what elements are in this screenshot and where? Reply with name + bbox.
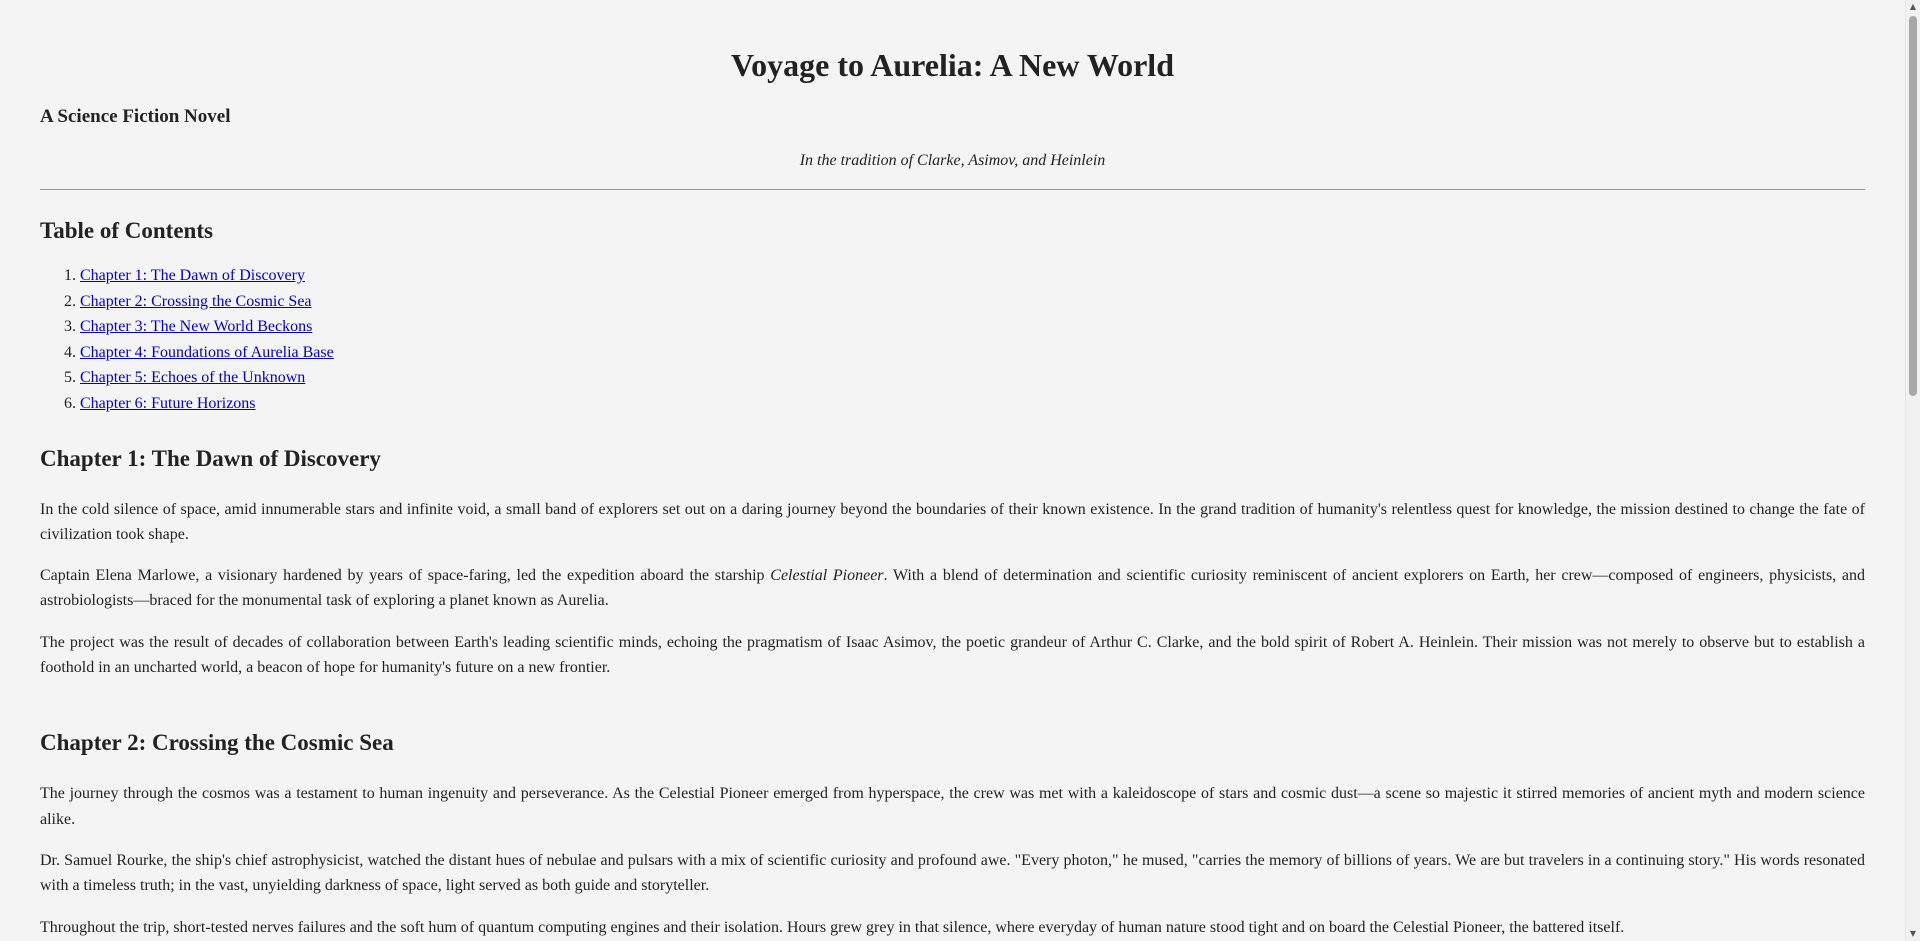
toc-item: Chapter 6: Future Horizons bbox=[80, 391, 1865, 417]
scrollbar-thumb[interactable] bbox=[1909, 16, 1917, 396]
vertical-scrollbar[interactable]: ▲ ▼ bbox=[1905, 0, 1920, 941]
toc-link-chapter-2[interactable]: Chapter 2: Crossing the Cosmic Sea bbox=[80, 293, 312, 310]
document-content: Voyage to Aurelia: A New World A Science… bbox=[40, 0, 1865, 940]
toc-item: Chapter 4: Foundations of Aurelia Base bbox=[80, 340, 1865, 366]
page-title: Voyage to Aurelia: A New World bbox=[731, 47, 1174, 83]
ship-name: Celestial Pioneer bbox=[770, 567, 884, 585]
toc-item: Chapter 5: Echoes of the Unknown bbox=[80, 365, 1865, 391]
toc-link-chapter-3[interactable]: Chapter 3: The New World Beckons bbox=[80, 318, 312, 335]
page-tagline: In the tradition of Clarke, Asimov, and … bbox=[799, 152, 1106, 169]
chapter-1: Chapter 1: The Dawn of Discovery In the … bbox=[40, 444, 1865, 681]
scroll-down-arrow-icon[interactable]: ▼ bbox=[1906, 927, 1920, 941]
toc-item: Chapter 2: Crossing the Cosmic Sea bbox=[80, 289, 1865, 315]
toc-title: Table of Contents bbox=[40, 218, 213, 243]
toc-item: Chapter 3: The New World Beckons bbox=[80, 314, 1865, 340]
document-page: Voyage to Aurelia: A New World A Science… bbox=[0, 0, 1920, 941]
chapter-paragraph: Throughout the trip, short-tested nerves… bbox=[40, 918, 1625, 936]
toc-item: Chapter 1: The Dawn of Discovery bbox=[80, 263, 1865, 289]
page-subtitle: A Science Fiction Novel bbox=[40, 106, 231, 127]
scroll-up-arrow-icon[interactable]: ▲ bbox=[1906, 0, 1920, 14]
chapter-2: Chapter 2: Crossing the Cosmic Sea The j… bbox=[40, 728, 1865, 939]
toc-link-chapter-4[interactable]: Chapter 4: Foundations of Aurelia Base bbox=[80, 344, 334, 361]
chapter-paragraph: In the cold silence of space, amid innum… bbox=[40, 500, 1865, 543]
toc-link-chapter-5[interactable]: Chapter 5: Echoes of the Unknown bbox=[80, 369, 305, 386]
chapter-paragraph: Captain Elena Marlowe, a visionary harde… bbox=[40, 567, 1866, 610]
chapter-paragraph: The journey through the cosmos was a tes… bbox=[40, 785, 1865, 828]
chapter-paragraph: The project was the result of decades of… bbox=[40, 633, 1865, 677]
chapter-paragraph: Dr. Samuel Rourke, the ship's chief astr… bbox=[40, 851, 1865, 895]
toc-link-chapter-6[interactable]: Chapter 6: Future Horizons bbox=[80, 395, 256, 412]
toc-list: Chapter 1: The Dawn of Discovery Chapter… bbox=[40, 263, 1865, 417]
header-divider bbox=[40, 189, 1865, 190]
chapter-title: Chapter 1: The Dawn of Discovery bbox=[40, 445, 381, 471]
toc-link-chapter-1[interactable]: Chapter 1: The Dawn of Discovery bbox=[80, 267, 305, 284]
chapter-title: Chapter 2: Crossing the Cosmic Sea bbox=[40, 730, 394, 756]
